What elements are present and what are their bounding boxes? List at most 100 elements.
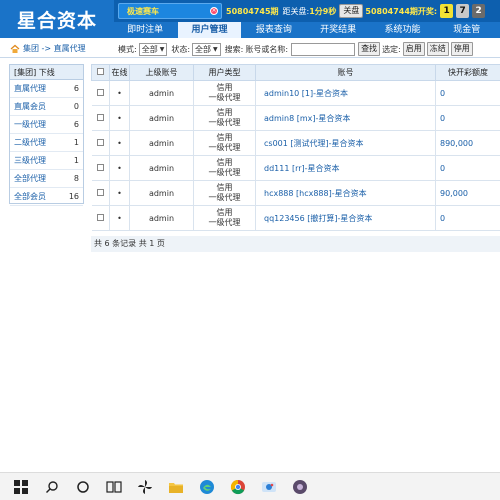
cortana-icon[interactable] (73, 477, 93, 497)
account-link[interactable]: hcx888 [hcx888]-星合资本 (255, 180, 436, 206)
windows-start-icon[interactable] (11, 477, 31, 497)
quick-lottery-limit[interactable]: 0 (435, 155, 500, 181)
row-checkbox[interactable] (96, 88, 104, 96)
home-icon (10, 44, 20, 53)
search-input[interactable] (291, 42, 356, 56)
column-header-limit: 快开彩额度 (435, 64, 500, 81)
game-select[interactable]: 极速赛车 × (118, 3, 222, 19)
row-checkbox-cell[interactable] (91, 180, 110, 206)
tab-draw-results[interactable]: 开奖结果 (306, 22, 370, 38)
close-countdown-value: 1分9秒 (309, 6, 337, 16)
user-table: 在线 上级账号 用户类型 账号 快开彩额度 • admin 信用 一级代理 adm… (91, 64, 500, 231)
row-checkbox[interactable] (96, 113, 104, 121)
sidebar-item-label: 一级代理 (14, 120, 46, 129)
draw-status-bar: 极速赛车 × 50804745期 距关盘: 1分9秒 关盘 50804744期 … (114, 0, 500, 22)
tab-system[interactable]: 系统功能 (371, 22, 434, 38)
status-select[interactable]: 全部 ▼ (192, 42, 221, 56)
account-link[interactable]: cs001 [测试代理]-星合资本 (255, 130, 436, 156)
online-indicator: • (109, 80, 130, 106)
windows-taskbar (0, 472, 500, 500)
parent-account: admin (129, 180, 194, 206)
pinwheel-icon[interactable] (135, 477, 155, 497)
row-checkbox-cell[interactable] (91, 80, 110, 106)
file-explorer-icon[interactable] (166, 477, 186, 497)
tab-user-management[interactable]: 用户管理 (178, 22, 241, 38)
quick-lottery-limit[interactable]: 0 (435, 105, 500, 131)
sidebar-item-direct-agents[interactable]: 直属代理 6 (10, 80, 83, 98)
sidebar-item-all-agents[interactable]: 全部代理 8 (10, 170, 83, 188)
row-checkbox-cell[interactable] (91, 130, 110, 156)
table-row: • admin 信用 一级代理 qq123456 [撤打算]-星合资本 0 (91, 205, 500, 231)
task-view-icon[interactable] (104, 477, 124, 497)
disable-button[interactable]: 停用 (450, 42, 473, 56)
edge-icon[interactable] (197, 477, 217, 497)
close-draw-button[interactable]: 关盘 (339, 4, 364, 18)
sidebar-item-all-members[interactable]: 全部会员 16 (10, 188, 83, 206)
tab-reports[interactable]: 报表查询 (242, 22, 305, 38)
account-link[interactable]: admin8 [mx]-星合资本 (255, 105, 436, 131)
account-link[interactable]: qq123456 [撤打算]-星合资本 (255, 205, 436, 231)
search-icon[interactable] (42, 477, 62, 497)
credit-type: 信用 (216, 158, 233, 167)
brand-logo: 星合资本 (16, 9, 97, 32)
quick-lottery-limit[interactable]: 0 (435, 205, 500, 231)
quick-lottery-limit[interactable]: 0 (435, 80, 500, 106)
user-type: 信用 一级代理 (193, 155, 256, 181)
row-checkbox[interactable] (96, 138, 104, 146)
row-checkbox[interactable] (96, 163, 104, 171)
main-nav: 即时注单 用户管理 报表查询 开奖结果 系统功能 现金管 (114, 22, 500, 38)
user-table-container: 在线 上级账号 用户类型 账号 快开彩额度 • admin 信用 一级代理 adm… (91, 64, 500, 231)
account-link[interactable]: admin10 [1]-星合资本 (255, 80, 436, 106)
breadcrumb-text[interactable]: 集团 -> 直属代理 (23, 43, 86, 54)
sidebar-item-direct-members[interactable]: 直属会员 0 (10, 98, 83, 116)
select-all-checkbox[interactable] (97, 68, 104, 75)
user-type: 信用 一级代理 (193, 80, 256, 106)
result-ball-2: 7 (456, 4, 470, 18)
current-draw-number: 50804745期 (226, 6, 279, 16)
close-countdown-label: 距关盘: (282, 6, 310, 16)
tab-live-bets[interactable]: 即时注单 (114, 22, 177, 38)
agent-level: 一级代理 (208, 143, 241, 152)
freeze-button[interactable]: 冻结 (426, 42, 449, 56)
credit-type: 信用 (216, 183, 233, 192)
media-icon[interactable] (290, 477, 310, 497)
tab-cash-management[interactable]: 现金管 (435, 22, 498, 38)
chrome-icon[interactable] (228, 477, 248, 497)
table-row: • admin 信用 一级代理 dd111 [rr]-星合资本 0 (91, 155, 500, 181)
quick-lottery-limit[interactable]: 90,000 (435, 180, 500, 206)
downline-sidebar: [集团] 下线 直属代理 6 直属会员 0 一级代理 6 二级代理 1 三级代理… (9, 64, 84, 206)
parent-account: admin (129, 155, 194, 181)
row-checkbox-cell[interactable] (91, 105, 110, 131)
sidebar-item-level3-agents[interactable]: 三级代理 1 (10, 152, 83, 170)
sidebar-title: [集团] 下线 (10, 65, 83, 80)
search-button[interactable]: 查找 (358, 42, 381, 56)
online-indicator: • (109, 130, 130, 156)
table-row: • admin 信用 一级代理 admin10 [1]-星合资本 0 (91, 80, 500, 106)
row-checkbox-cell[interactable] (91, 205, 110, 231)
enable-button[interactable]: 启用 (402, 42, 425, 56)
photos-icon[interactable] (259, 477, 279, 497)
online-indicator: • (109, 105, 130, 131)
agent-level: 一级代理 (208, 118, 241, 127)
sidebar-item-level1-agents[interactable]: 一级代理 6 (10, 116, 83, 134)
online-indicator: • (109, 205, 130, 231)
row-checkbox[interactable] (96, 188, 104, 196)
quick-lottery-limit[interactable]: 890,000 (435, 130, 500, 156)
row-checkbox-cell[interactable] (91, 155, 110, 181)
sidebar-item-count: 6 (73, 120, 79, 129)
column-header-user-type: 用户类型 (193, 64, 256, 81)
sidebar-item-level2-agents[interactable]: 二级代理 1 (10, 134, 83, 152)
parent-account: admin (129, 205, 194, 231)
result-ball-1: 1 (440, 4, 454, 18)
credit-type: 信用 (216, 108, 233, 117)
sidebar-item-count: 16 (68, 192, 79, 201)
mode-select[interactable]: 全部 ▼ (138, 42, 168, 56)
game-dropdown-icon[interactable]: × (210, 7, 218, 15)
parent-account: admin (129, 105, 194, 131)
select-all-checkbox-cell[interactable] (91, 64, 110, 81)
parent-account: admin (129, 80, 194, 106)
sidebar-item-label: 直属代理 (14, 84, 46, 93)
row-checkbox[interactable] (96, 213, 104, 221)
account-link[interactable]: dd111 [rr]-星合资本 (255, 155, 436, 181)
search-label: 搜索: (224, 44, 244, 54)
